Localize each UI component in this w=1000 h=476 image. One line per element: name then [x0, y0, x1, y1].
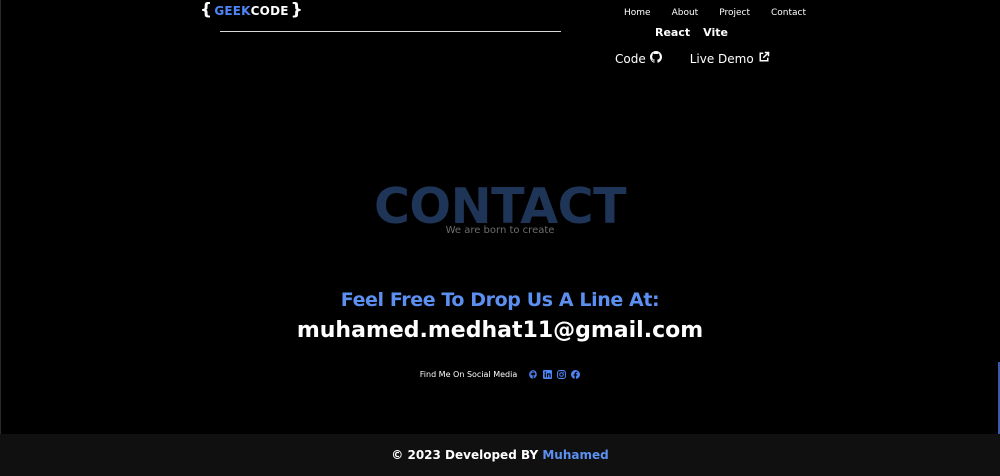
code-link[interactable]: Code: [615, 51, 662, 66]
logo-code: CODE: [250, 3, 289, 18]
external-link-icon: [754, 51, 770, 66]
linkedin-icon[interactable]: [543, 370, 553, 379]
contact-subtitle: We are born to create: [445, 225, 555, 236]
logo-open-brace: {: [200, 0, 213, 20]
logo-close-brace: }: [290, 0, 303, 20]
footer-author-link[interactable]: Muhamed: [542, 448, 608, 462]
tech-tag-react: React: [655, 26, 691, 39]
page-edge-left: [0, 0, 1, 476]
nav-link-home[interactable]: Home: [624, 8, 651, 18]
instagram-icon[interactable]: [557, 370, 567, 379]
live-demo-label: Live Demo: [689, 51, 754, 66]
tech-tag-vite: Vite: [703, 26, 728, 39]
contact-email-link[interactable]: muhamed.medhat11@gmail.com: [0, 318, 1000, 343]
code-link-label: Code: [615, 51, 646, 66]
logo-geek: GEEK: [214, 3, 251, 18]
drop-line-heading: Feel Free To Drop Us A Line At:: [340, 289, 660, 311]
project-divider: [220, 31, 561, 32]
github-icon: [646, 51, 662, 66]
facebook-icon[interactable]: [571, 370, 581, 379]
project-tech-list: React Vite: [655, 26, 741, 39]
project-links: Code Live Demo: [615, 51, 770, 66]
footer: © 2023 Developed BY Muhamed: [0, 434, 1000, 476]
nav-link-project[interactable]: Project: [719, 8, 750, 18]
live-demo-link[interactable]: Live Demo: [690, 51, 770, 66]
social-label: Find Me On Social Media: [419, 370, 518, 379]
navbar: { GEEK CODE } Home About Project Contact: [0, 0, 1000, 30]
logo[interactable]: { GEEK CODE }: [200, 2, 303, 19]
github-icon[interactable]: [529, 370, 538, 379]
nav-links: Home About Project Contact: [624, 8, 806, 18]
nav-link-contact[interactable]: Contact: [771, 8, 806, 18]
footer-copyright: © 2023 Developed BY: [391, 448, 543, 462]
social-media-row: Find Me On Social Media: [0, 370, 1000, 379]
nav-link-about[interactable]: About: [672, 8, 699, 18]
footer-text: © 2023 Developed BY Muhamed: [391, 448, 608, 462]
